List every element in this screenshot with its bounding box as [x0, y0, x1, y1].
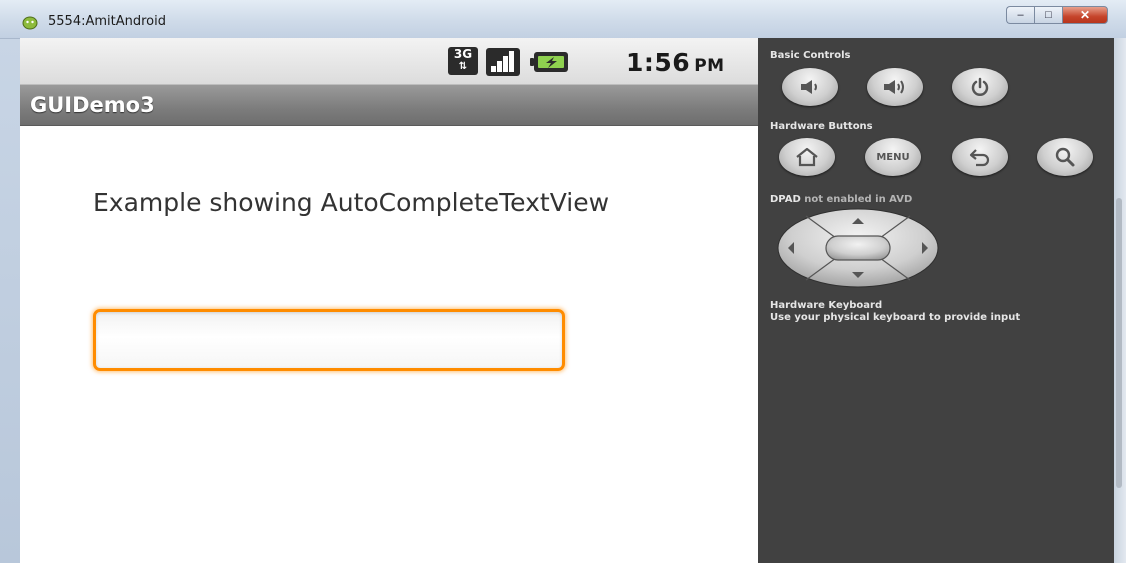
back-button[interactable] [952, 138, 1008, 176]
dpad-center-button[interactable] [825, 235, 891, 261]
autocomplete-text-input[interactable] [93, 309, 565, 371]
home-icon [796, 147, 818, 167]
volume-down-icon [801, 80, 817, 94]
hardware-keyboard-info: Hardware Keyboard Use your physical keyb… [770, 300, 1020, 324]
search-icon [1055, 147, 1075, 167]
3g-data-icon: 3G ⇅ [448, 47, 478, 75]
hardware-keyboard-description: Use your physical keyboard to provide in… [770, 312, 1021, 323]
volume-down-button[interactable] [782, 68, 838, 106]
menu-button[interactable]: MENU [865, 138, 921, 176]
android-emulator-icon [22, 14, 38, 30]
volume-up-button[interactable] [867, 68, 923, 106]
basic-controls-heading: Basic Controls [770, 50, 851, 61]
power-button[interactable] [952, 68, 1008, 106]
window-titlebar[interactable]: 5554:AmitAndroid – □ ✕ [0, 0, 1126, 39]
clock-ampm: PM [694, 56, 725, 76]
search-button[interactable] [1037, 138, 1093, 176]
back-icon [969, 149, 990, 167]
window-controls: – □ ✕ [1006, 6, 1108, 26]
minimize-button[interactable]: – [1006, 6, 1034, 24]
home-button[interactable] [779, 138, 835, 176]
close-button[interactable]: ✕ [1062, 6, 1108, 24]
menu-button-label: MENU [876, 151, 910, 163]
network-type-label: 3G [453, 47, 473, 61]
hardware-buttons-heading: Hardware Buttons [770, 121, 873, 132]
scrollbar-thumb[interactable] [1116, 198, 1122, 488]
data-activity-arrows: ⇅ [458, 61, 468, 72]
dpad[interactable] [776, 208, 940, 288]
status-clock: 1:56 PM [626, 48, 725, 77]
dpad-status: not enabled in AVD [804, 194, 913, 205]
example-label: Example showing AutoCompleteTextView [93, 188, 610, 217]
volume-up-icon [884, 80, 904, 94]
window-title: 5554:AmitAndroid [48, 14, 166, 29]
app-titlebar: GUIDemo3 [20, 85, 758, 126]
dpad-heading: DPAD not enabled in AVD [770, 194, 912, 205]
app-title: GUIDemo3 [30, 93, 155, 117]
power-icon [971, 77, 989, 96]
hardware-keyboard-heading: Hardware Keyboard [770, 300, 883, 311]
battery-charging-icon [530, 52, 568, 72]
clock-time: 1:56 [626, 48, 691, 77]
maximize-button[interactable]: □ [1034, 6, 1062, 24]
status-bar[interactable]: 3G ⇅ 1:56 PM [20, 38, 758, 85]
signal-strength-icon [486, 48, 520, 76]
device-screen[interactable]: 3G ⇅ 1:56 PM GUIDemo3 Example showing Au… [20, 38, 758, 563]
dpad-heading-label: DPAD [770, 194, 801, 205]
window-scrollbar[interactable] [1114, 38, 1126, 563]
